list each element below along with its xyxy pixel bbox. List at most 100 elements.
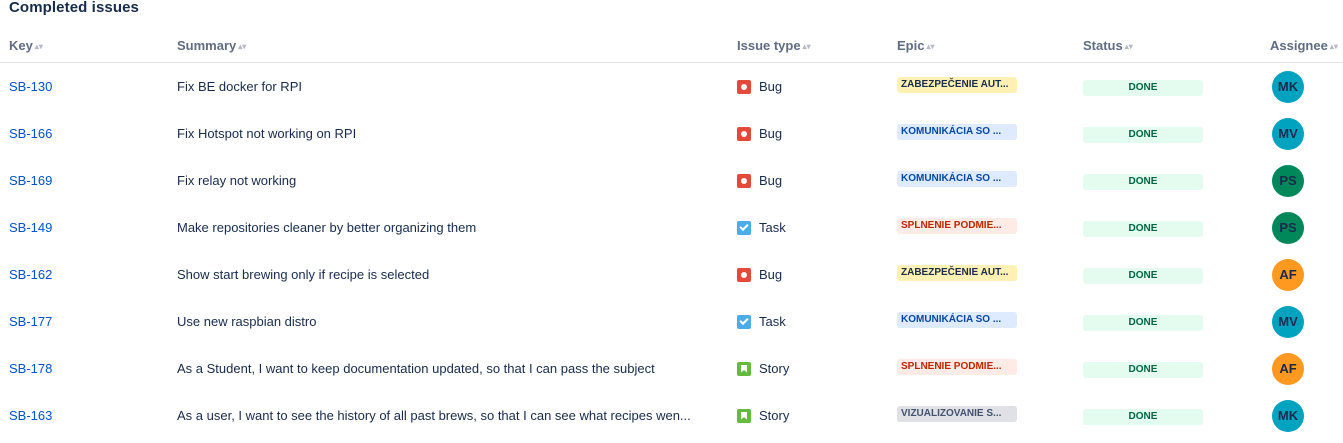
cell-epic: SPLNENIE PODMIE...	[897, 345, 1083, 392]
sort-arrows-icon: ▴▾	[1329, 42, 1338, 51]
column-header-epic[interactable]: Epic ▴▾	[897, 38, 1083, 63]
epic-lozenge[interactable]: KOMUNIKÁCIA SO ...	[897, 171, 1017, 187]
cell-epic: KOMUNIKÁCIA SO ...	[897, 298, 1083, 345]
status-badge: DONE	[1083, 314, 1203, 331]
table-row[interactable]: SB-130 Fix BE docker for RPI Bug ZABEZPEČEN…	[0, 63, 1343, 111]
cell-summary: Fix Hotspot not working on RPI	[177, 110, 737, 157]
cell-key: SB-162	[0, 251, 177, 298]
cell-epic: ZABEZPEČENIE AUT...	[897, 63, 1083, 111]
cell-epic: KOMUNIKÁCIA SO ...	[897, 110, 1083, 157]
status-badge: DONE	[1083, 126, 1203, 143]
column-header-assignee[interactable]: Assignee ▴▾	[1270, 38, 1343, 63]
avatar[interactable]: MK	[1272, 399, 1304, 432]
table-row[interactable]: SB-169 Fix relay not working Bug KOMUNIKÁCI…	[0, 157, 1343, 204]
epic-lozenge[interactable]: SPLNENIE PODMIE...	[897, 218, 1017, 234]
avatar[interactable]: AF	[1272, 352, 1304, 385]
cell-summary: As a Student, I want to keep documentati…	[177, 345, 737, 392]
cell-assignee: MV	[1270, 298, 1343, 345]
column-header-issue-type[interactable]: Issue type ▴▾	[737, 38, 897, 63]
cell-issue-type: Bug	[737, 110, 897, 157]
cell-summary: Make repositories cleaner by better orga…	[177, 204, 737, 251]
issue-key-link[interactable]: SB-162	[9, 267, 52, 282]
cell-issue-type: Bug	[737, 63, 897, 111]
issue-type-label: Bug	[759, 267, 783, 282]
epic-lozenge[interactable]: KOMUNIKÁCIA SO ...	[897, 312, 1017, 328]
cell-issue-type: Bug	[737, 157, 897, 204]
issue-summary[interactable]: Fix relay not working	[177, 173, 722, 188]
cell-status: DONE	[1083, 298, 1270, 345]
column-header-label: Assignee	[1270, 38, 1328, 53]
issue-summary[interactable]: Fix BE docker for RPI	[177, 79, 722, 94]
cell-status: DONE	[1083, 251, 1270, 298]
cell-assignee: AF	[1270, 345, 1343, 392]
column-header-key[interactable]: Key ▴▾	[0, 38, 177, 63]
avatar[interactable]: PS	[1272, 211, 1304, 244]
cell-status: DONE	[1083, 63, 1270, 111]
cell-epic: ZABEZPEČENIE AUT...	[897, 251, 1083, 298]
avatar[interactable]: MV	[1272, 305, 1304, 338]
table-row[interactable]: SB-163 As a user, I want to see the histo…	[0, 392, 1343, 439]
sort-arrows-icon: ▴▾	[926, 42, 935, 51]
issue-key-link[interactable]: SB-149	[9, 220, 52, 235]
issue-summary[interactable]: As a Student, I want to keep documentati…	[177, 361, 722, 376]
cell-summary: Show start brewing only if recipe is sel…	[177, 251, 737, 298]
cell-issue-type: Story	[737, 392, 897, 439]
table-row[interactable]: SB-162 Show start brewing only if recipe …	[0, 251, 1343, 298]
cell-key: SB-166	[0, 110, 177, 157]
issue-key-link[interactable]: SB-166	[9, 126, 52, 141]
cell-epic: VIZUALIZOVANIE S...	[897, 392, 1083, 439]
cell-assignee: MV	[1270, 110, 1343, 157]
issue-type-label: Task	[759, 220, 786, 235]
sort-arrows-icon: ▴▾	[802, 42, 811, 51]
issue-key-link[interactable]: SB-177	[9, 314, 52, 329]
epic-lozenge[interactable]: ZABEZPEČENIE AUT...	[897, 265, 1017, 281]
epic-lozenge[interactable]: ZABEZPEČENIE AUT...	[897, 77, 1017, 93]
table-row[interactable]: SB-178 As a Student, I want to keep docum…	[0, 345, 1343, 392]
issue-key-link[interactable]: SB-130	[9, 79, 52, 94]
task-icon	[737, 314, 751, 329]
epic-lozenge[interactable]: KOMUNIKÁCIA SO ...	[897, 124, 1017, 140]
column-header-label: Summary	[177, 38, 237, 53]
avatar[interactable]: AF	[1272, 258, 1304, 291]
status-badge: DONE	[1083, 220, 1203, 237]
cell-epic: KOMUNIKÁCIA SO ...	[897, 157, 1083, 204]
cell-key: SB-149	[0, 204, 177, 251]
bug-icon	[737, 126, 751, 141]
issue-summary[interactable]: Fix Hotspot not working on RPI	[177, 126, 722, 141]
column-header-label: Epic	[897, 38, 925, 53]
cell-status: DONE	[1083, 110, 1270, 157]
issue-type-label: Bug	[759, 126, 783, 141]
table-row[interactable]: SB-149 Make repositories cleaner by bette…	[0, 204, 1343, 251]
column-header-summary[interactable]: Summary ▴▾	[177, 38, 737, 63]
table-row[interactable]: SB-177 Use new raspbian distro Task KOMUNIK…	[0, 298, 1343, 345]
bug-icon	[737, 267, 751, 282]
status-badge: DONE	[1083, 173, 1203, 190]
cell-issue-type: Task	[737, 298, 897, 345]
status-badge: DONE	[1083, 408, 1203, 425]
avatar[interactable]: PS	[1272, 164, 1304, 197]
table-row[interactable]: SB-166 Fix Hotspot not working on RPI Bug K…	[0, 110, 1343, 157]
column-header-label: Issue type	[737, 38, 801, 53]
cell-key: SB-163	[0, 392, 177, 439]
cell-status: DONE	[1083, 204, 1270, 251]
cell-assignee: AF	[1270, 251, 1343, 298]
sort-arrows-icon: ▴▾	[238, 42, 247, 51]
story-icon	[737, 408, 751, 423]
issue-key-link[interactable]: SB-163	[9, 408, 52, 423]
avatar[interactable]: MV	[1272, 117, 1304, 150]
avatar[interactable]: MK	[1272, 70, 1304, 103]
task-icon	[737, 220, 751, 235]
column-header-label: Key	[9, 38, 33, 53]
cell-key: SB-178	[0, 345, 177, 392]
issue-summary[interactable]: Show start brewing only if recipe is sel…	[177, 267, 722, 282]
issue-key-link[interactable]: SB-169	[9, 173, 52, 188]
epic-lozenge[interactable]: SPLNENIE PODMIE...	[897, 359, 1017, 375]
issue-summary[interactable]: Make repositories cleaner by better orga…	[177, 220, 722, 235]
issue-summary[interactable]: Use new raspbian distro	[177, 314, 722, 329]
epic-lozenge[interactable]: VIZUALIZOVANIE S...	[897, 406, 1017, 422]
cell-key: SB-177	[0, 298, 177, 345]
status-badge: DONE	[1083, 361, 1203, 378]
issue-key-link[interactable]: SB-178	[9, 361, 52, 376]
issue-summary[interactable]: As a user, I want to see the history of …	[177, 408, 722, 423]
column-header-status[interactable]: Status ▴▾	[1083, 38, 1270, 63]
